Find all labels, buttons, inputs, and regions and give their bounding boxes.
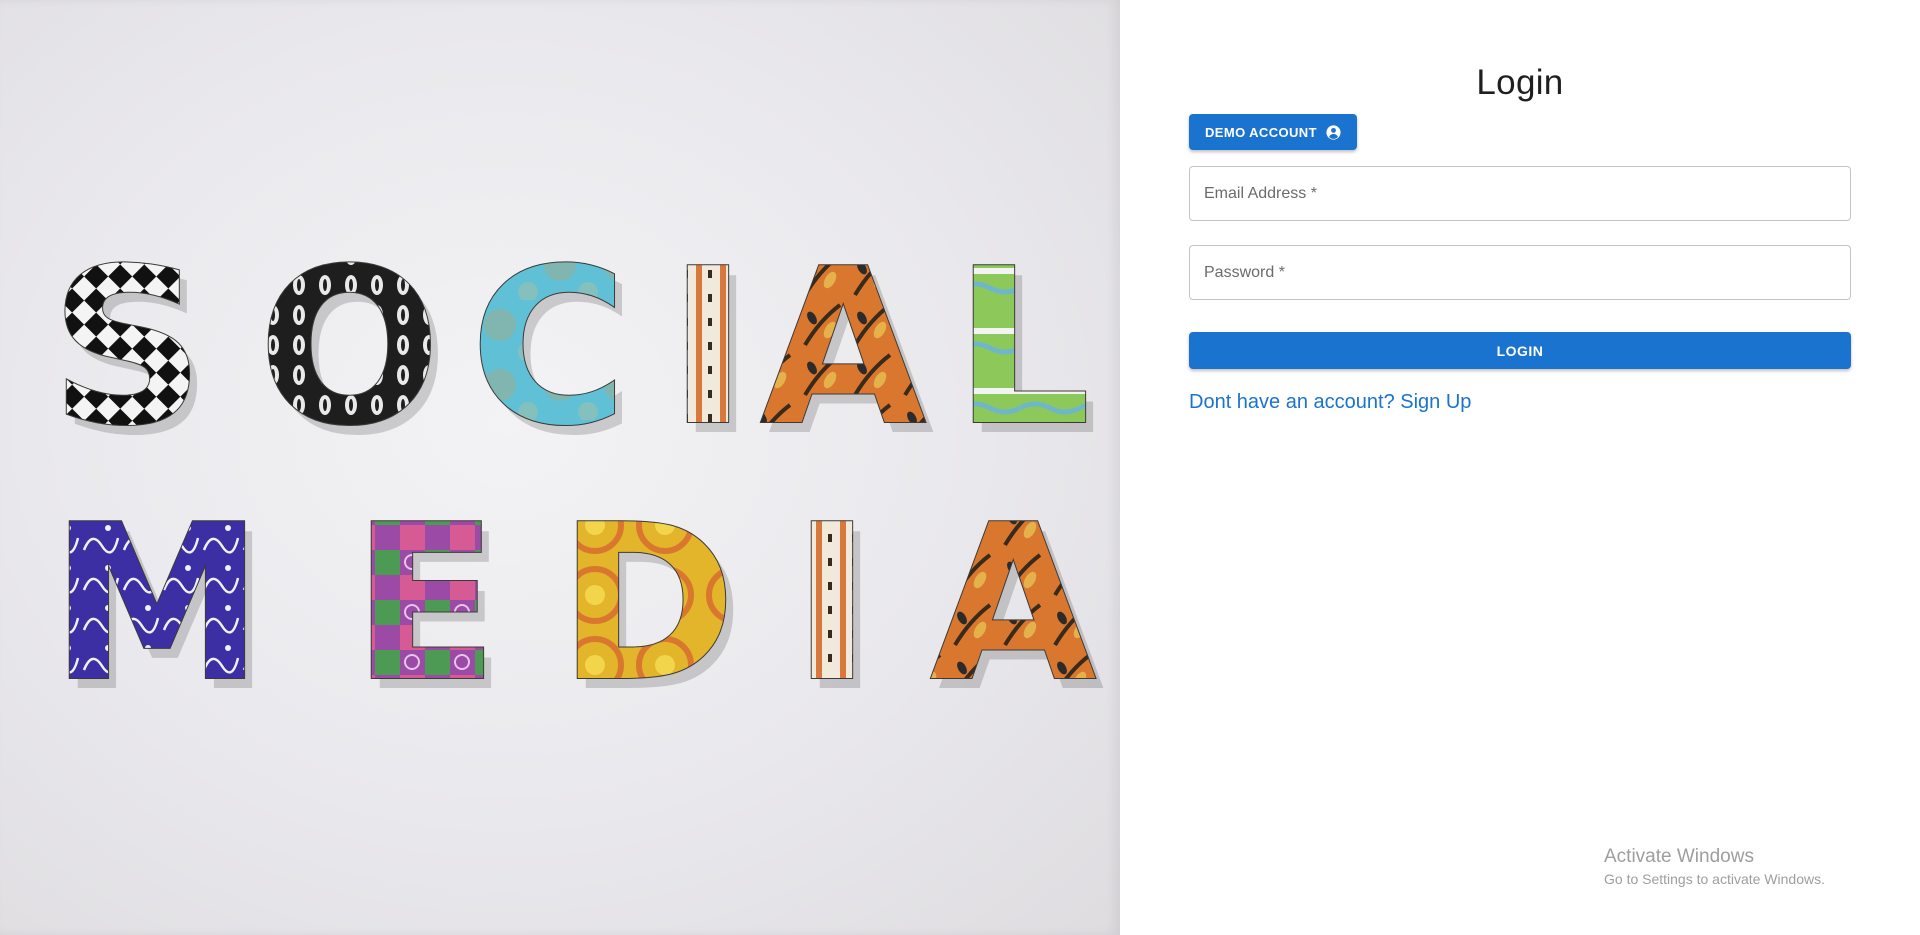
watermark-title: Activate Windows [1604, 846, 1754, 867]
letter-a-2: A [930, 478, 1096, 729]
demo-account-button[interactable]: DEMO ACCOUNT [1189, 114, 1357, 150]
letter-o: O [258, 222, 441, 473]
letter-d: D [558, 478, 736, 729]
email-field[interactable] [1190, 167, 1850, 220]
letter-s: S [50, 222, 205, 473]
social-media-letters-art: S O C I A L S O C I A L M E D I A M E D [49, 221, 1104, 739]
account-circle-icon [1325, 124, 1342, 141]
password-field-container [1189, 245, 1851, 300]
letter-l: L [954, 222, 1091, 473]
login-button[interactable]: LOGIN [1189, 332, 1851, 369]
letter-c: C [470, 222, 628, 473]
letters-row2: M E D I A [49, 477, 1097, 730]
windows-activation-watermark: Activate Windows Go to Settings to activ… [1604, 845, 1825, 889]
letter-i: I [668, 222, 748, 473]
hero-image: S O C I A L S O C I A L M E D I A M E D [0, 0, 1120, 935]
letter-m: M [50, 478, 264, 729]
login-panel: Login DEMO ACCOUNT LOGIN Dont have an ac… [1120, 0, 1920, 935]
email-field-container [1189, 166, 1851, 221]
signup-link[interactable]: Dont have an account? Sign Up [1189, 391, 1471, 414]
watermark-subtitle: Go to Settings to activate Windows. [1604, 871, 1825, 887]
letter-a: A [760, 222, 926, 473]
page-title: Login [1476, 63, 1564, 102]
letter-i-2: I [792, 478, 872, 729]
letter-e: E [352, 478, 499, 729]
demo-account-label: DEMO ACCOUNT [1205, 124, 1317, 140]
login-form: Login DEMO ACCOUNT LOGIN Dont have an ac… [1189, 60, 1851, 414]
password-field[interactable] [1190, 246, 1850, 299]
